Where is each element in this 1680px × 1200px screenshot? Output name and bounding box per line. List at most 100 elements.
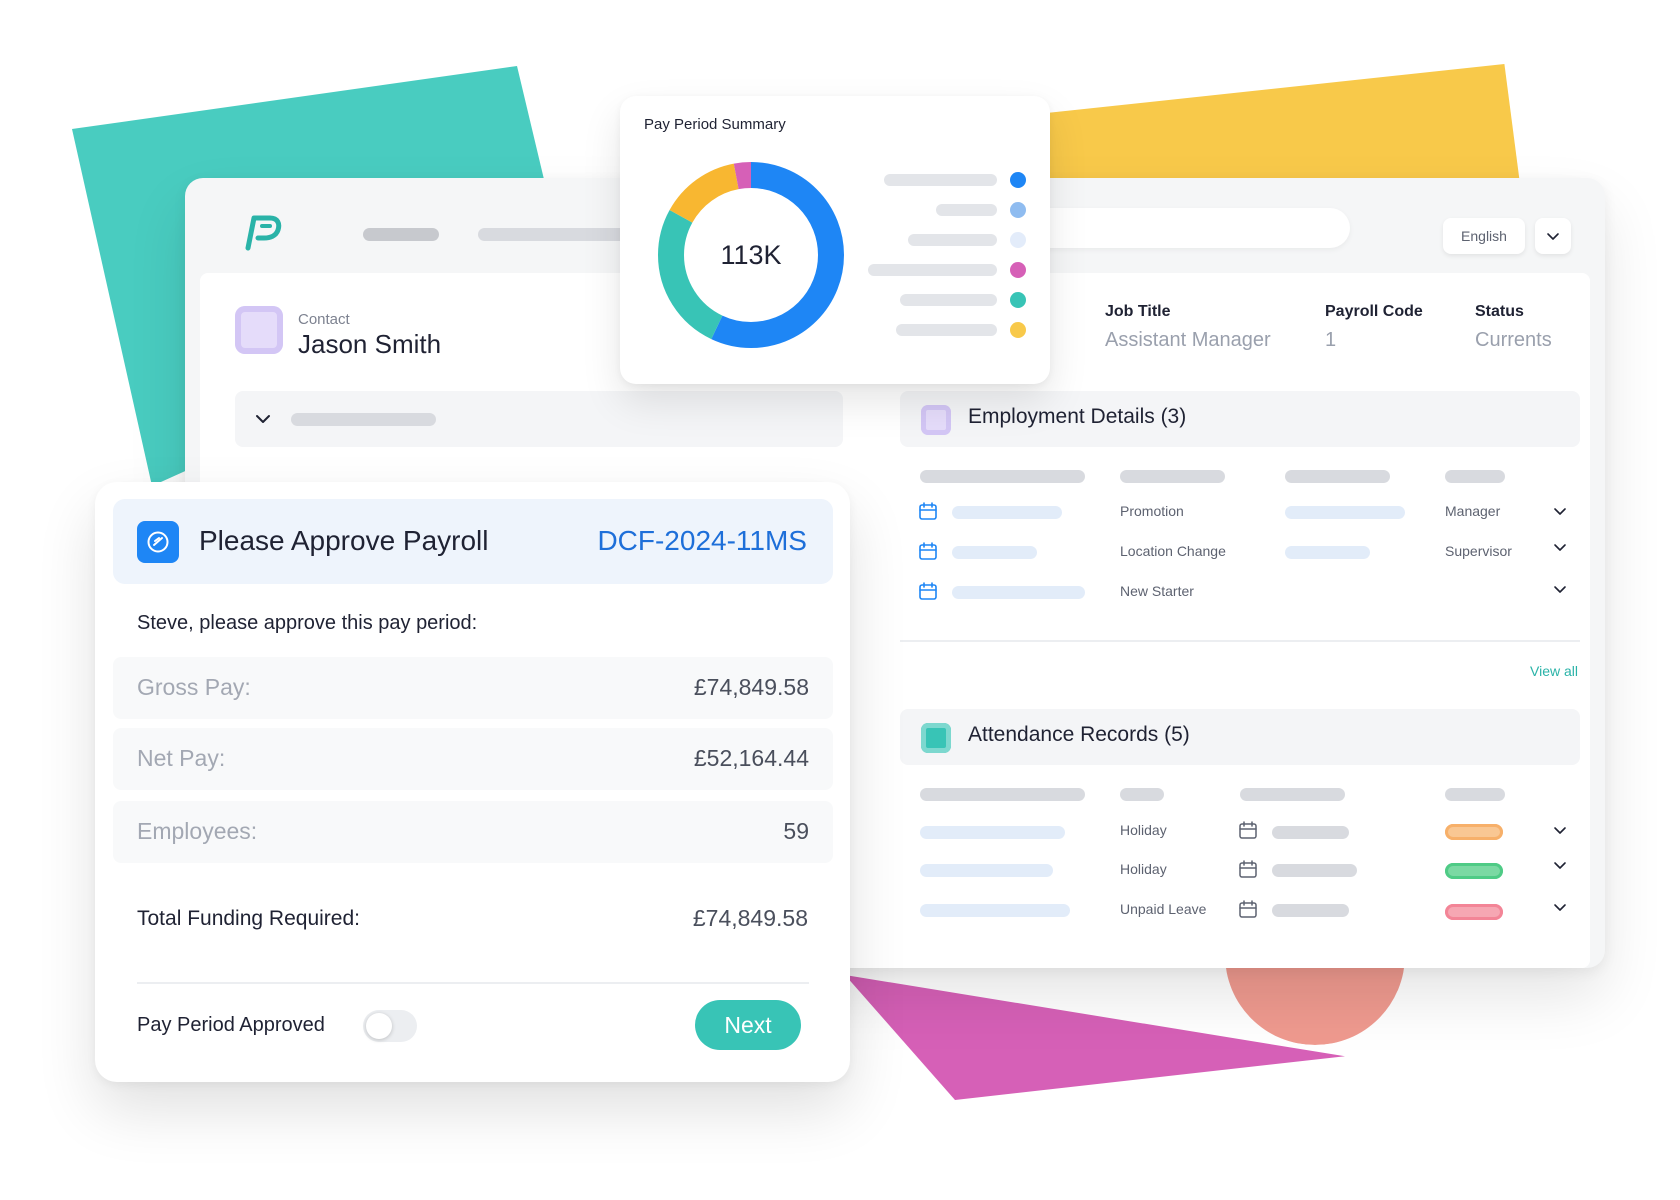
date-placeholder: [1272, 864, 1357, 877]
chevron-down-icon[interactable]: [1552, 503, 1568, 519]
legend-label-placeholder: [900, 294, 997, 306]
collapsible-row[interactable]: [235, 391, 843, 447]
net-pay-value: £52,164.44: [693, 745, 809, 771]
total-funding-label: Total Funding Required:: [137, 907, 360, 930]
approval-prompt: Steve, please approve this pay period:: [137, 612, 478, 634]
legend-dot: [1010, 202, 1026, 218]
toggle-knob: [366, 1013, 392, 1039]
donut-center-value: 113K: [720, 240, 782, 270]
chevron-down-icon[interactable]: [1552, 822, 1568, 838]
calendar-icon: [1239, 821, 1257, 839]
job-title-label: Job Title: [1105, 303, 1171, 320]
column-header-placeholder: [1445, 470, 1505, 483]
attendance-section-icon: [921, 723, 951, 753]
date-placeholder: [952, 586, 1085, 599]
column-header-placeholder: [1445, 788, 1505, 801]
approve-payroll-header: Please Approve Payroll DCF-2024-11MS: [113, 499, 833, 584]
status-pill: [1445, 824, 1503, 840]
calendar-icon: [919, 502, 937, 520]
chevron-down-icon[interactable]: [1552, 857, 1568, 873]
value-placeholder: [1285, 506, 1405, 519]
employment-section-icon: [921, 405, 951, 435]
contact-label: Contact: [298, 311, 350, 328]
employees-label: Employees:: [137, 818, 258, 844]
chevron-down-icon: [256, 415, 270, 423]
attendance-records-title: Attendance Records (5): [968, 723, 1190, 746]
chevron-down-icon[interactable]: [1552, 581, 1568, 597]
pay-period-approved-toggle[interactable]: [363, 1010, 417, 1042]
payroll-approval-icon: [137, 521, 179, 563]
total-funding-value: £74,849.58: [692, 905, 808, 931]
legend-label-placeholder: [908, 234, 997, 246]
language-select[interactable]: English: [1443, 218, 1525, 254]
status-pill: [1445, 904, 1503, 920]
gross-pay-value: £74,849.58: [693, 674, 809, 700]
status-field: Status Currents: [1475, 303, 1552, 352]
approve-payroll-card: Please Approve Payroll DCF-2024-11MS Ste…: [95, 482, 850, 1082]
job-title-field: Job Title Assistant Manager: [1105, 303, 1271, 352]
payroll-code-value: 1: [1325, 329, 1337, 351]
attendance-type: Holiday: [1120, 861, 1167, 877]
contact-name: Jason Smith: [298, 329, 442, 359]
job-title-value: Assistant Manager: [1105, 329, 1271, 351]
name-placeholder: [920, 904, 1070, 917]
date-placeholder: [1272, 826, 1349, 839]
column-header-placeholder: [1285, 470, 1390, 483]
date-placeholder: [1272, 904, 1349, 917]
attendance-type: Holiday: [1120, 822, 1167, 838]
nav-item-placeholder[interactable]: [363, 228, 439, 241]
attendance-records-header[interactable]: Attendance Records (5): [900, 709, 1580, 765]
pay-period-summary-card: Pay Period Summary 113K: [620, 96, 1050, 384]
date-placeholder: [952, 506, 1062, 519]
employment-type: Promotion: [1120, 503, 1184, 519]
placeholder-text: [291, 413, 436, 426]
legend-dot: [1010, 172, 1026, 188]
legend-label-placeholder: [868, 264, 997, 276]
status-pill: [1445, 863, 1503, 879]
chevron-down-icon[interactable]: [1552, 539, 1568, 555]
net-pay-label: Net Pay:: [137, 745, 226, 771]
approve-payroll-title: Please Approve Payroll: [199, 525, 489, 556]
net-pay-row: Net Pay: £52,164.44: [113, 728, 833, 790]
legend-label-placeholder: [884, 174, 997, 186]
app-logo-icon: [245, 215, 282, 251]
status-value: Currents: [1475, 329, 1552, 351]
language-dropdown-button[interactable]: [1535, 218, 1571, 254]
pay-period-approved-label: Pay Period Approved: [137, 1014, 325, 1036]
nav-item-placeholder[interactable]: [478, 228, 628, 241]
column-header-placeholder: [1120, 470, 1225, 483]
legend-dot: [1010, 292, 1026, 308]
employment-type: Location Change: [1120, 543, 1226, 559]
employment-role: Supervisor: [1445, 543, 1512, 559]
attendance-type: Unpaid Leave: [1120, 901, 1207, 917]
calendar-icon: [1239, 900, 1257, 918]
payroll-code-field: Payroll Code 1: [1325, 303, 1423, 352]
summary-title: Pay Period Summary: [644, 116, 786, 133]
value-placeholder: [1285, 546, 1370, 559]
legend-dot: [1010, 232, 1026, 248]
view-all-link[interactable]: View all: [1530, 663, 1578, 679]
gross-pay-label: Gross Pay:: [137, 674, 251, 700]
employment-type: New Starter: [1120, 583, 1194, 599]
calendar-icon: [919, 582, 937, 600]
date-placeholder: [952, 546, 1037, 559]
avatar: [235, 306, 283, 354]
column-header-placeholder: [1120, 788, 1164, 801]
legend-dot: [1010, 262, 1026, 278]
calendar-icon: [1239, 860, 1257, 878]
gross-pay-row: Gross Pay: £74,849.58: [113, 657, 833, 719]
legend-label-placeholder: [896, 324, 997, 336]
column-header-placeholder: [920, 470, 1085, 483]
next-button[interactable]: Next: [695, 1000, 801, 1050]
calendar-icon: [919, 542, 937, 560]
payroll-reference-code: DCF-2024-11MS: [597, 525, 807, 556]
chevron-down-icon: [1547, 233, 1559, 240]
chevron-down-icon[interactable]: [1552, 899, 1568, 915]
employment-role: Manager: [1445, 503, 1501, 519]
card-divider: [137, 982, 809, 984]
yellow-decorative-shape: [1000, 64, 1520, 184]
employment-details-header[interactable]: Employment Details (3): [900, 391, 1580, 447]
section-divider: [900, 640, 1580, 642]
employment-details-title: Employment Details (3): [968, 405, 1187, 428]
name-placeholder: [920, 826, 1065, 839]
